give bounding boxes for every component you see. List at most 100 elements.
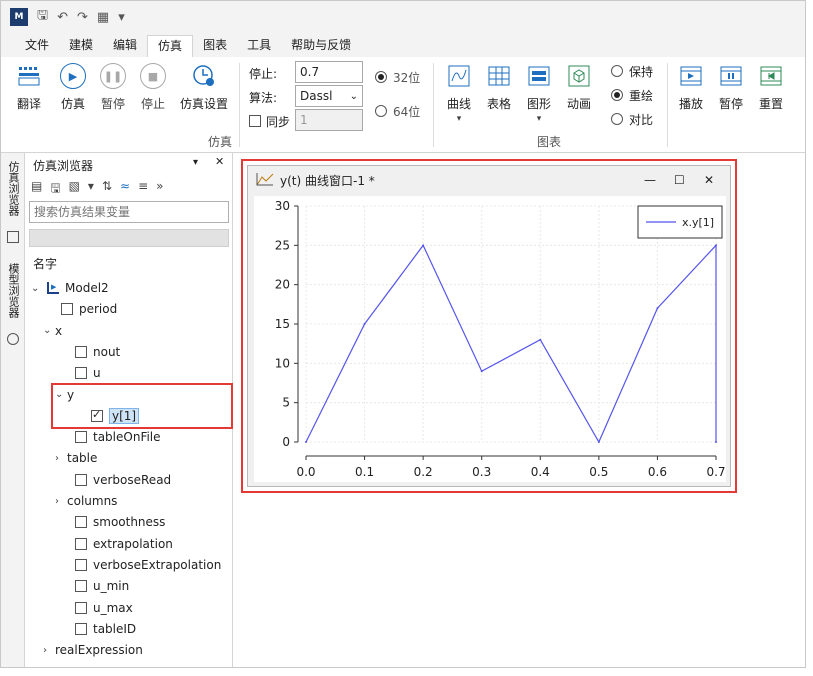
side-tab-sim-browser[interactable]: 仿真浏览器 xyxy=(5,161,21,216)
dropdown-icon[interactable]: ▾ xyxy=(88,179,94,200)
search-variables-input[interactable] xyxy=(29,201,229,223)
menu-tab-tools[interactable]: 工具 xyxy=(237,35,281,57)
translate-button[interactable]: 翻译 xyxy=(9,63,49,112)
redraw-radio[interactable] xyxy=(611,89,623,101)
tree-node-tableonfile[interactable]: tableOnFile xyxy=(75,427,161,447)
panel-menu-icon[interactable]: ▾ xyxy=(193,157,198,168)
maximize-icon[interactable]: ☐ xyxy=(674,173,685,187)
stop-button[interactable]: ■ 停止 xyxy=(133,63,173,112)
image-icon[interactable]: ▧ xyxy=(69,179,80,200)
tree-node-nout[interactable]: nout xyxy=(75,342,120,362)
variable-checkbox[interactable] xyxy=(75,601,87,614)
side-tab-model-icon[interactable] xyxy=(7,333,19,345)
plot-window: y(t) 曲线窗口-1 * — ☐ ✕ 0 5 10 15 20 25 30 0.0 0.1 0.… xyxy=(247,165,731,487)
minimize-icon[interactable]: — xyxy=(644,173,656,187)
x-tick-label: 0.7 xyxy=(706,465,725,479)
menu-tab-modeling[interactable]: 建模 xyxy=(59,35,103,57)
bit64-radio[interactable] xyxy=(375,105,387,117)
variable-checkbox[interactable] xyxy=(75,431,87,444)
grid-icon[interactable]: ▦ xyxy=(97,10,109,25)
variable-checkbox[interactable] xyxy=(75,622,87,635)
tree-node-table[interactable]: › table xyxy=(55,448,97,468)
model-icon: ▶ xyxy=(47,282,59,294)
data-point xyxy=(715,244,717,247)
series-line-0 xyxy=(305,243,717,444)
compare-label: 对比 xyxy=(629,113,654,127)
quick-access-dropdown-icon[interactable]: ▾ xyxy=(118,10,125,25)
redo-icon[interactable]: ↷ xyxy=(77,10,88,25)
chevron-right-icon[interactable]: › xyxy=(55,496,67,507)
tree-node-columns[interactable]: › columns xyxy=(55,491,117,511)
x-tick-label: 0.3 xyxy=(472,465,491,479)
animation-button[interactable]: 动画 xyxy=(559,63,599,112)
stop-time-input[interactable]: 0.7 xyxy=(295,61,363,83)
playback-reset-button[interactable]: 重置 xyxy=(751,63,791,112)
tree-node-label: extrapolation xyxy=(93,536,173,551)
keep-radio[interactable] xyxy=(611,65,623,77)
tree-node-u-min[interactable]: u_min xyxy=(75,576,129,596)
sort-icon[interactable]: ⇅ xyxy=(102,179,112,200)
tree-node-verboseextrapolation[interactable]: verboseExtrapolation xyxy=(75,555,221,575)
tree-node-smoothness[interactable]: smoothness xyxy=(75,512,165,532)
variable-checkbox[interactable] xyxy=(75,345,87,358)
tree-node-u-max[interactable]: u_max xyxy=(75,598,133,618)
tree-node-x[interactable]: ⌄ x xyxy=(43,321,62,341)
variable-checkbox[interactable] xyxy=(75,473,87,486)
sim-settings-button[interactable]: 仿真设置 xyxy=(177,63,231,112)
close-icon[interactable]: ✕ xyxy=(704,173,714,187)
curve-button[interactable]: 曲线 ▾ xyxy=(439,63,479,124)
bit32-radio[interactable] xyxy=(375,71,387,83)
data-point xyxy=(305,441,307,443)
compare-radio[interactable] xyxy=(611,113,623,125)
undo-icon[interactable]: ↶ xyxy=(57,10,68,25)
filter-icon[interactable]: ≈ xyxy=(120,179,130,200)
simulate-button[interactable]: ▶ 仿真 xyxy=(53,63,93,112)
variable-checkbox[interactable] xyxy=(75,537,87,550)
tree-node-tableid[interactable]: tableID xyxy=(75,619,136,639)
playback-pause-button[interactable]: 暂停 xyxy=(711,63,751,112)
more-icon[interactable]: » xyxy=(156,179,163,200)
side-tab-sim-icon[interactable] xyxy=(7,231,19,243)
pause-button[interactable]: ❚❚ 暂停 xyxy=(93,63,133,112)
algorithm-select[interactable]: Dassl ⌄ xyxy=(295,85,363,107)
tree-node-period[interactable]: period xyxy=(61,299,117,319)
variable-checkbox[interactable] xyxy=(75,558,87,571)
x-tick-label: 0.1 xyxy=(355,465,374,479)
x-tick-label: 0.2 xyxy=(414,465,433,479)
menu-tab-simulation[interactable]: 仿真 xyxy=(147,35,194,57)
list-icon[interactable]: ≡ xyxy=(138,179,148,200)
table-label: 表格 xyxy=(486,97,511,111)
chevron-down-icon[interactable]: ⌄ xyxy=(31,283,43,294)
menu-tab-help[interactable]: 帮助与反馈 xyxy=(281,35,361,57)
chevron-right-icon[interactable]: › xyxy=(43,645,55,656)
open-icon[interactable]: ▤ xyxy=(31,179,42,200)
y-tick-label: 0 xyxy=(282,435,290,449)
menu-tab-chart[interactable]: 图表 xyxy=(193,35,237,57)
menu-tab-edit[interactable]: 编辑 xyxy=(103,35,147,57)
variable-checkbox[interactable] xyxy=(75,580,87,593)
tree-node-extrapolation[interactable]: extrapolation xyxy=(75,534,173,554)
plot-canvas: 0 5 10 15 20 25 30 0.0 0.1 0.2 0.3 0.4 0.5 0.6 0.7 x.y[… xyxy=(254,196,726,482)
tree-node-realexpression[interactable]: › realExpression xyxy=(43,640,143,660)
plot-window-titlebar: y(t) 曲线窗口-1 * — ☐ ✕ xyxy=(248,166,730,194)
save-file-icon[interactable]: 🖫 xyxy=(50,179,60,200)
menu-tab-file[interactable]: 文件 xyxy=(15,35,59,57)
tree-node-label: tableID xyxy=(93,621,137,636)
pin-icon[interactable]: ✕ xyxy=(215,155,224,168)
tree-node-verboseread[interactable]: verboseRead xyxy=(75,470,171,490)
variable-checkbox[interactable] xyxy=(61,303,73,316)
sync-checkbox[interactable] xyxy=(249,115,261,127)
save-icon[interactable]: 🖫 xyxy=(37,6,48,28)
chevron-right-icon[interactable]: › xyxy=(55,453,67,464)
tree-node-u[interactable]: u xyxy=(75,363,101,383)
variable-checkbox[interactable] xyxy=(75,516,87,529)
graphic-button[interactable]: 图形 ▾ xyxy=(519,63,559,124)
variable-checkbox[interactable] xyxy=(75,367,87,380)
chevron-down-icon[interactable]: ⌄ xyxy=(43,325,55,336)
tree-node-model2[interactable]: ⌄ ▶ Model2 xyxy=(31,278,109,298)
play-icon: ▶ xyxy=(60,63,86,89)
tree-node-label: smoothness xyxy=(93,515,166,530)
side-tab-model-browser[interactable]: 模型浏览器 xyxy=(5,263,21,318)
playback-play-button[interactable]: 播放 xyxy=(671,63,711,112)
table-button[interactable]: 表格 xyxy=(479,63,519,112)
